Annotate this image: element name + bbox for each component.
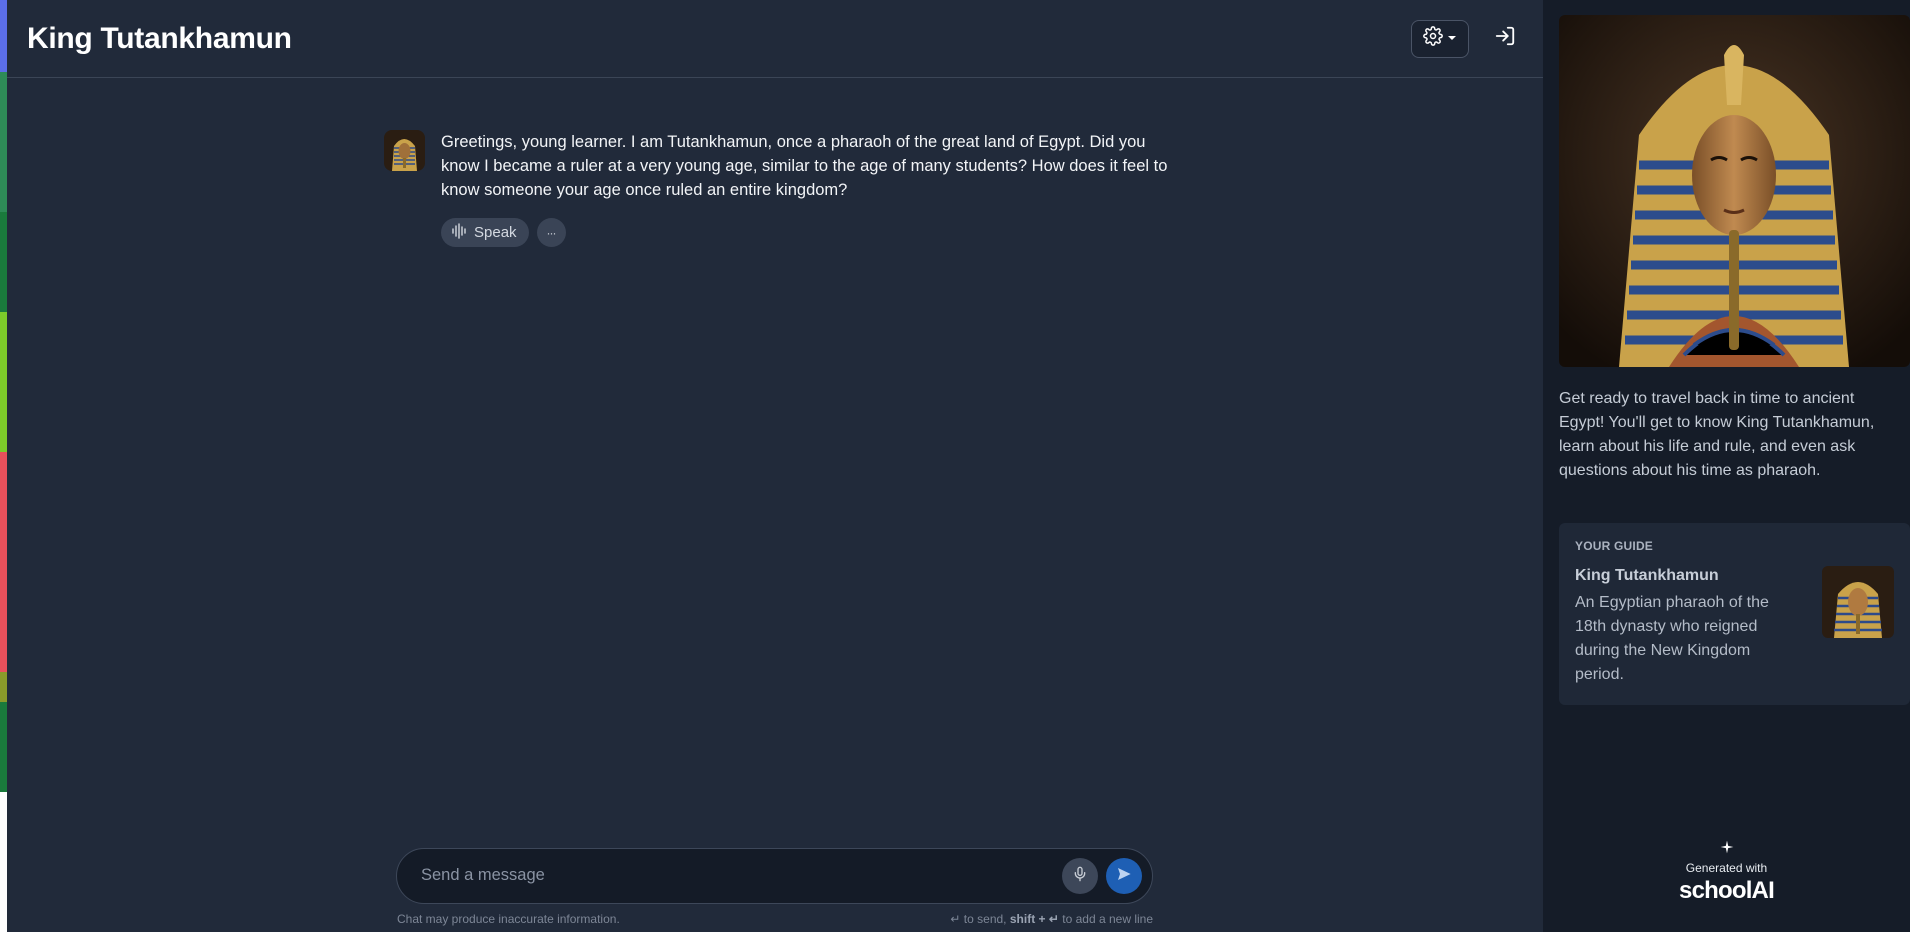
- speak-label: Speak: [474, 224, 517, 241]
- gear-icon: [1423, 26, 1443, 51]
- login-button[interactable]: [1487, 20, 1523, 58]
- send-icon: [1116, 866, 1132, 887]
- intro-text: Get ready to travel back in time to anci…: [1559, 390, 1875, 479]
- more-options-button[interactable]: ···: [536, 218, 566, 247]
- guide-avatar: [1822, 566, 1894, 638]
- guide-description: An Egyptian pharaoh of the 18th dynasty …: [1575, 594, 1769, 683]
- message-text: Greetings, young learner. I am Tutankham…: [441, 133, 1168, 199]
- sparkle-icon: [1720, 840, 1734, 858]
- left-color-strip: [0, 0, 7, 932]
- caret-down-icon: [1447, 30, 1457, 48]
- hint-bold: shift + ↵: [1009, 912, 1059, 926]
- keyboard-hint: ↵ to send, shift + ↵ to add a new line: [950, 912, 1153, 926]
- brand-logo: schoolAI: [1679, 877, 1775, 904]
- guide-card: YOUR GUIDE King Tutankhamun An Egyptian …: [1559, 523, 1910, 705]
- speak-button[interactable]: Speak: [441, 218, 529, 247]
- chat-area: Greetings, young learner. I am Tutankham…: [7, 78, 1543, 931]
- message-body: Greetings, young learner. I am Tutankham…: [441, 130, 1174, 247]
- message-input[interactable]: [421, 862, 1052, 890]
- waveform-icon: [451, 222, 467, 243]
- microphone-button[interactable]: [1062, 858, 1098, 894]
- info-sidebar: Get ready to travel back in time to anci…: [1543, 0, 1910, 932]
- ellipsis-icon: ···: [546, 225, 557, 240]
- hint-prefix: ↵ to send,: [950, 912, 1007, 926]
- assistant-message: Greetings, young learner. I am Tutankham…: [384, 130, 1174, 247]
- hero-image: [1559, 15, 1910, 367]
- message-composer: [396, 848, 1153, 904]
- guide-label: YOUR GUIDE: [1575, 539, 1654, 553]
- page-title: King Tutankhamun: [27, 21, 292, 55]
- header: King Tutankhamun: [7, 0, 1543, 78]
- header-actions: [1411, 19, 1523, 58]
- message-actions: Speak ···: [441, 218, 1174, 247]
- chat-main: King Tutankhamun Greetings, young learne…: [7, 0, 1543, 932]
- microphone-icon: [1072, 866, 1088, 887]
- send-button[interactable]: [1106, 858, 1142, 894]
- disclaimer-text: Chat may produce inaccurate information.: [397, 912, 620, 926]
- settings-button[interactable]: [1411, 19, 1469, 58]
- login-icon: [1494, 25, 1516, 52]
- hint-suffix: to add a new line: [1062, 912, 1153, 926]
- generated-with-label: Generated with: [1685, 861, 1768, 875]
- avatar: [384, 130, 425, 171]
- generated-with: Generated with schoolAI: [1543, 840, 1910, 905]
